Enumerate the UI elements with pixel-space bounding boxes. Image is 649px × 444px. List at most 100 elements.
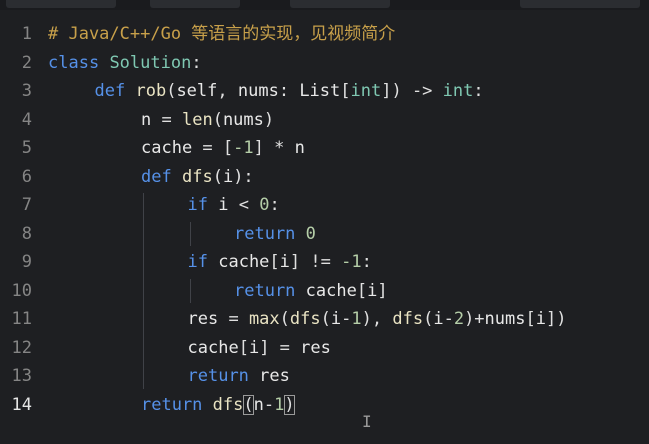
code-token: i	[367, 280, 378, 301]
code-line[interactable]: res = max(dfs(i-1), dfs(i-2)+nums[i])	[188, 305, 567, 334]
code-line[interactable]: # Java/C++/Go 等语言的实现，见视频简介	[48, 20, 395, 49]
code-token: -1	[233, 138, 254, 158]
code-token: i	[433, 309, 444, 329]
line-number: 4	[21, 109, 32, 130]
code-editor[interactable]: 1 2 3 4 5 6 7 8 9 10 11 12 13 14 # Java/C++/Go 等语言的实现…	[0, 0, 649, 444]
code-token: (	[320, 309, 331, 329]
code-token: int	[350, 81, 382, 101]
code-line[interactable]: if cache[i] != -1:	[188, 248, 372, 277]
line-number: 10	[11, 280, 32, 301]
code-token: (	[212, 166, 223, 187]
code-token: (	[279, 309, 290, 329]
code-token: cache	[305, 280, 357, 301]
code-token: res	[259, 366, 290, 386]
code-token: n	[141, 109, 152, 130]
code-token: dfs	[181, 166, 213, 187]
code-token: class	[48, 52, 100, 73]
code-token: def	[94, 81, 126, 101]
code-token: return	[141, 394, 203, 415]
code-token: 0	[305, 223, 316, 244]
editor-tab[interactable]	[6, 0, 116, 8]
code-token: :	[473, 81, 484, 101]
code-token: -	[443, 309, 454, 329]
matched-bracket: (	[243, 394, 254, 415]
line-number: 13	[11, 366, 32, 386]
indent-guide	[143, 193, 144, 389]
code-line[interactable]: class Solution:	[48, 49, 202, 78]
code-token: = [	[192, 138, 234, 158]
code-line[interactable]: return res	[188, 362, 290, 391]
code-line[interactable]: return dfs(n-1)	[141, 391, 295, 420]
line-number: 5	[21, 138, 32, 158]
code-line[interactable]: return 0	[234, 220, 316, 249]
editor-tab[interactable]	[290, 0, 390, 8]
code-token: -	[263, 394, 275, 415]
code-line[interactable]: cache = [-1] * n	[141, 134, 305, 163]
text-cursor-icon: I	[362, 412, 372, 431]
code-token: cache	[141, 138, 193, 158]
code-token: i	[279, 252, 290, 272]
code-token: res	[187, 309, 219, 329]
code-line[interactable]: if i < 0:	[188, 191, 280, 220]
indent-guide	[189, 221, 191, 246]
code-token: n	[294, 138, 305, 158]
code-token: :	[269, 195, 280, 215]
matched-bracket: )	[284, 394, 295, 415]
code-token: i	[535, 309, 546, 329]
code-token: :	[191, 52, 202, 73]
code-token: n	[253, 394, 264, 415]
editor-tab[interactable]	[520, 0, 640, 8]
code-line[interactable]: return cache[i]	[234, 277, 388, 306]
line-number: 7	[21, 195, 32, 215]
line-number: 6	[21, 166, 32, 187]
code-token: 1	[351, 309, 362, 329]
code-token: ] !=	[289, 252, 342, 272]
code-token: List	[299, 81, 341, 101]
code-token: i	[330, 309, 342, 329]
editor-tab-strip	[0, 0, 649, 10]
code-token: =	[151, 109, 182, 130]
code-token: res	[300, 337, 331, 358]
code-token: ]) ->	[381, 81, 443, 101]
code-token: Solution	[109, 52, 192, 73]
line-number: 1	[21, 24, 32, 44]
code-token: if	[187, 252, 208, 272]
code-token: )	[263, 109, 275, 130]
code-token: cache	[187, 337, 239, 358]
code-line[interactable]: n = len(nums)	[141, 106, 274, 135]
code-line[interactable]: def rob(self, nums: List[int]) -> int:	[95, 77, 484, 106]
code-token: -	[341, 309, 352, 329]
line-number: 2	[21, 52, 32, 73]
code-line[interactable]: def dfs(i):	[141, 163, 254, 192]
code-line[interactable]: cache[i] = res	[188, 334, 331, 363]
code-token: return	[234, 280, 296, 301]
code-token: [	[525, 309, 536, 329]
code-token: [	[356, 280, 368, 301]
code-token: 2	[453, 309, 465, 329]
code-token: ),	[361, 309, 393, 329]
code-token: if	[187, 195, 208, 215]
line-number: 12	[11, 337, 32, 358]
code-token: (	[166, 81, 177, 101]
code-token: nums	[222, 109, 264, 130]
code-token: (	[212, 109, 223, 130]
line-number: 8	[21, 223, 32, 244]
code-token: rob	[135, 81, 167, 101]
line-number: 3	[21, 81, 32, 101]
code-token: ):	[233, 166, 254, 187]
code-token: i	[248, 337, 260, 358]
code-token: return	[187, 366, 249, 386]
code-token: :	[278, 81, 300, 101]
code-token: dfs	[212, 394, 244, 415]
code-token: return	[234, 223, 296, 244]
code-token: )+	[464, 309, 485, 329]
code-token: (	[423, 309, 434, 329]
code-token: [	[340, 81, 351, 101]
editor-tab[interactable]	[150, 0, 240, 8]
